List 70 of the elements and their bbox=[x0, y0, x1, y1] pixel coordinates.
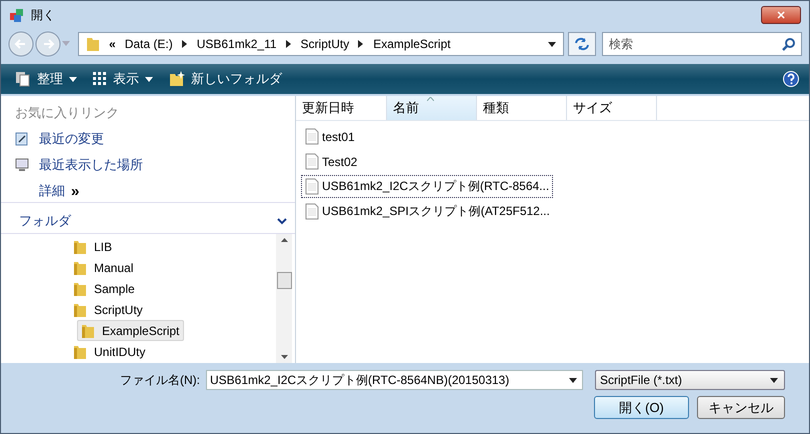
breadcrumb[interactable]: Data (E:) bbox=[124, 37, 173, 51]
column-header[interactable]: 名前 bbox=[387, 96, 477, 120]
help-icon[interactable] bbox=[783, 71, 799, 87]
new-folder-icon bbox=[169, 71, 185, 87]
folder-icon bbox=[74, 344, 86, 359]
scroll-up-icon[interactable] bbox=[280, 238, 288, 242]
favorite-link[interactable]: 最近の変更 bbox=[15, 130, 104, 148]
refresh-icon bbox=[574, 37, 590, 51]
more-link[interactable]: 詳細 » bbox=[39, 182, 80, 200]
dropdown-icon bbox=[770, 378, 778, 382]
folder-icon bbox=[74, 302, 86, 317]
file-item[interactable]: test01 bbox=[301, 125, 359, 148]
cancel-button[interactable]: キャンセル bbox=[697, 396, 785, 419]
folder-icon bbox=[86, 36, 100, 52]
folder-icon bbox=[82, 323, 94, 338]
scrollbar[interactable] bbox=[276, 234, 292, 363]
pages-icon bbox=[15, 71, 31, 87]
forward-icon[interactable] bbox=[35, 31, 61, 57]
document-icon bbox=[305, 128, 319, 145]
filename-label: ファイル名(N): bbox=[120, 372, 200, 388]
breadcrumb-overflow[interactable]: « bbox=[109, 37, 116, 51]
scroll-thumb[interactable] bbox=[276, 272, 292, 289]
column-header[interactable]: サイズ bbox=[567, 96, 657, 120]
dropdown-icon[interactable] bbox=[569, 378, 577, 383]
favorites-heading: お気に入りリンク bbox=[15, 104, 120, 122]
folder-icon bbox=[74, 281, 86, 296]
folder-icon bbox=[74, 260, 86, 275]
monitor-icon bbox=[15, 158, 29, 172]
document-pencil-icon bbox=[15, 132, 29, 146]
folder-tree-item[interactable]: ScriptUty bbox=[69, 299, 148, 320]
search-field[interactable]: 検索 bbox=[602, 32, 802, 56]
favorite-link[interactable]: 最近表示した場所 bbox=[15, 156, 143, 174]
document-icon bbox=[305, 153, 319, 170]
grid-icon bbox=[93, 72, 107, 86]
breadcrumb[interactable]: ScriptUty bbox=[300, 37, 350, 51]
caret-icon bbox=[69, 76, 77, 82]
document-icon bbox=[305, 203, 319, 220]
toolbar-button[interactable]: 新しいフォルダ bbox=[165, 68, 286, 90]
filename-field[interactable]: USB61mk2_I2Cスクリプト例(RTC-8564NB)(20150313) bbox=[206, 370, 583, 390]
file-item[interactable]: USB61mk2_SPIスクリプト例(AT25F512... bbox=[301, 200, 554, 223]
file-item[interactable]: Test02 bbox=[301, 150, 362, 173]
column-header[interactable]: 種類 bbox=[477, 96, 567, 120]
open-button[interactable]: 開く(O) bbox=[594, 396, 689, 419]
toolbar-button[interactable]: 整理 bbox=[11, 68, 81, 90]
app-icon bbox=[9, 7, 25, 23]
search-icon[interactable] bbox=[782, 38, 795, 51]
folders-header[interactable]: フォルダ bbox=[1, 209, 295, 234]
filetype-dropdown[interactable]: ScriptFile (*.txt) bbox=[595, 370, 785, 390]
document-icon bbox=[305, 178, 319, 195]
back-icon[interactable] bbox=[8, 31, 34, 57]
folder-tree-item[interactable]: LIB bbox=[69, 236, 118, 257]
folder-tree-item[interactable]: Sample bbox=[69, 278, 140, 299]
scroll-down-icon[interactable] bbox=[280, 355, 288, 359]
separator-arrow-icon[interactable] bbox=[182, 40, 188, 48]
folder-tree-item[interactable]: ExampleScript bbox=[77, 320, 184, 341]
caret-icon bbox=[145, 76, 153, 82]
window-title: 開く bbox=[31, 6, 55, 24]
chevron-down-icon bbox=[277, 218, 287, 224]
folder-tree-item[interactable]: UnitIDUty bbox=[69, 341, 150, 362]
refresh-button[interactable] bbox=[568, 32, 596, 56]
file-item[interactable]: USB61mk2_I2Cスクリプト例(RTC-8564... bbox=[301, 175, 554, 198]
breadcrumb[interactable]: USB61mk2_11 bbox=[196, 37, 277, 51]
address-bar[interactable]: « Data (E:) USB61mk2_11 ScriptUty ExampleScript bbox=[78, 32, 564, 56]
separator-arrow-icon[interactable] bbox=[286, 40, 292, 48]
breadcrumb[interactable]: ExampleScript bbox=[373, 37, 451, 51]
toolbar-button[interactable]: 表示 bbox=[89, 68, 157, 90]
separator-arrow-icon[interactable] bbox=[358, 40, 364, 48]
dropdown-icon[interactable] bbox=[548, 42, 556, 46]
folder-tree-item[interactable]: Manual bbox=[69, 257, 138, 278]
folder-icon bbox=[74, 239, 86, 254]
